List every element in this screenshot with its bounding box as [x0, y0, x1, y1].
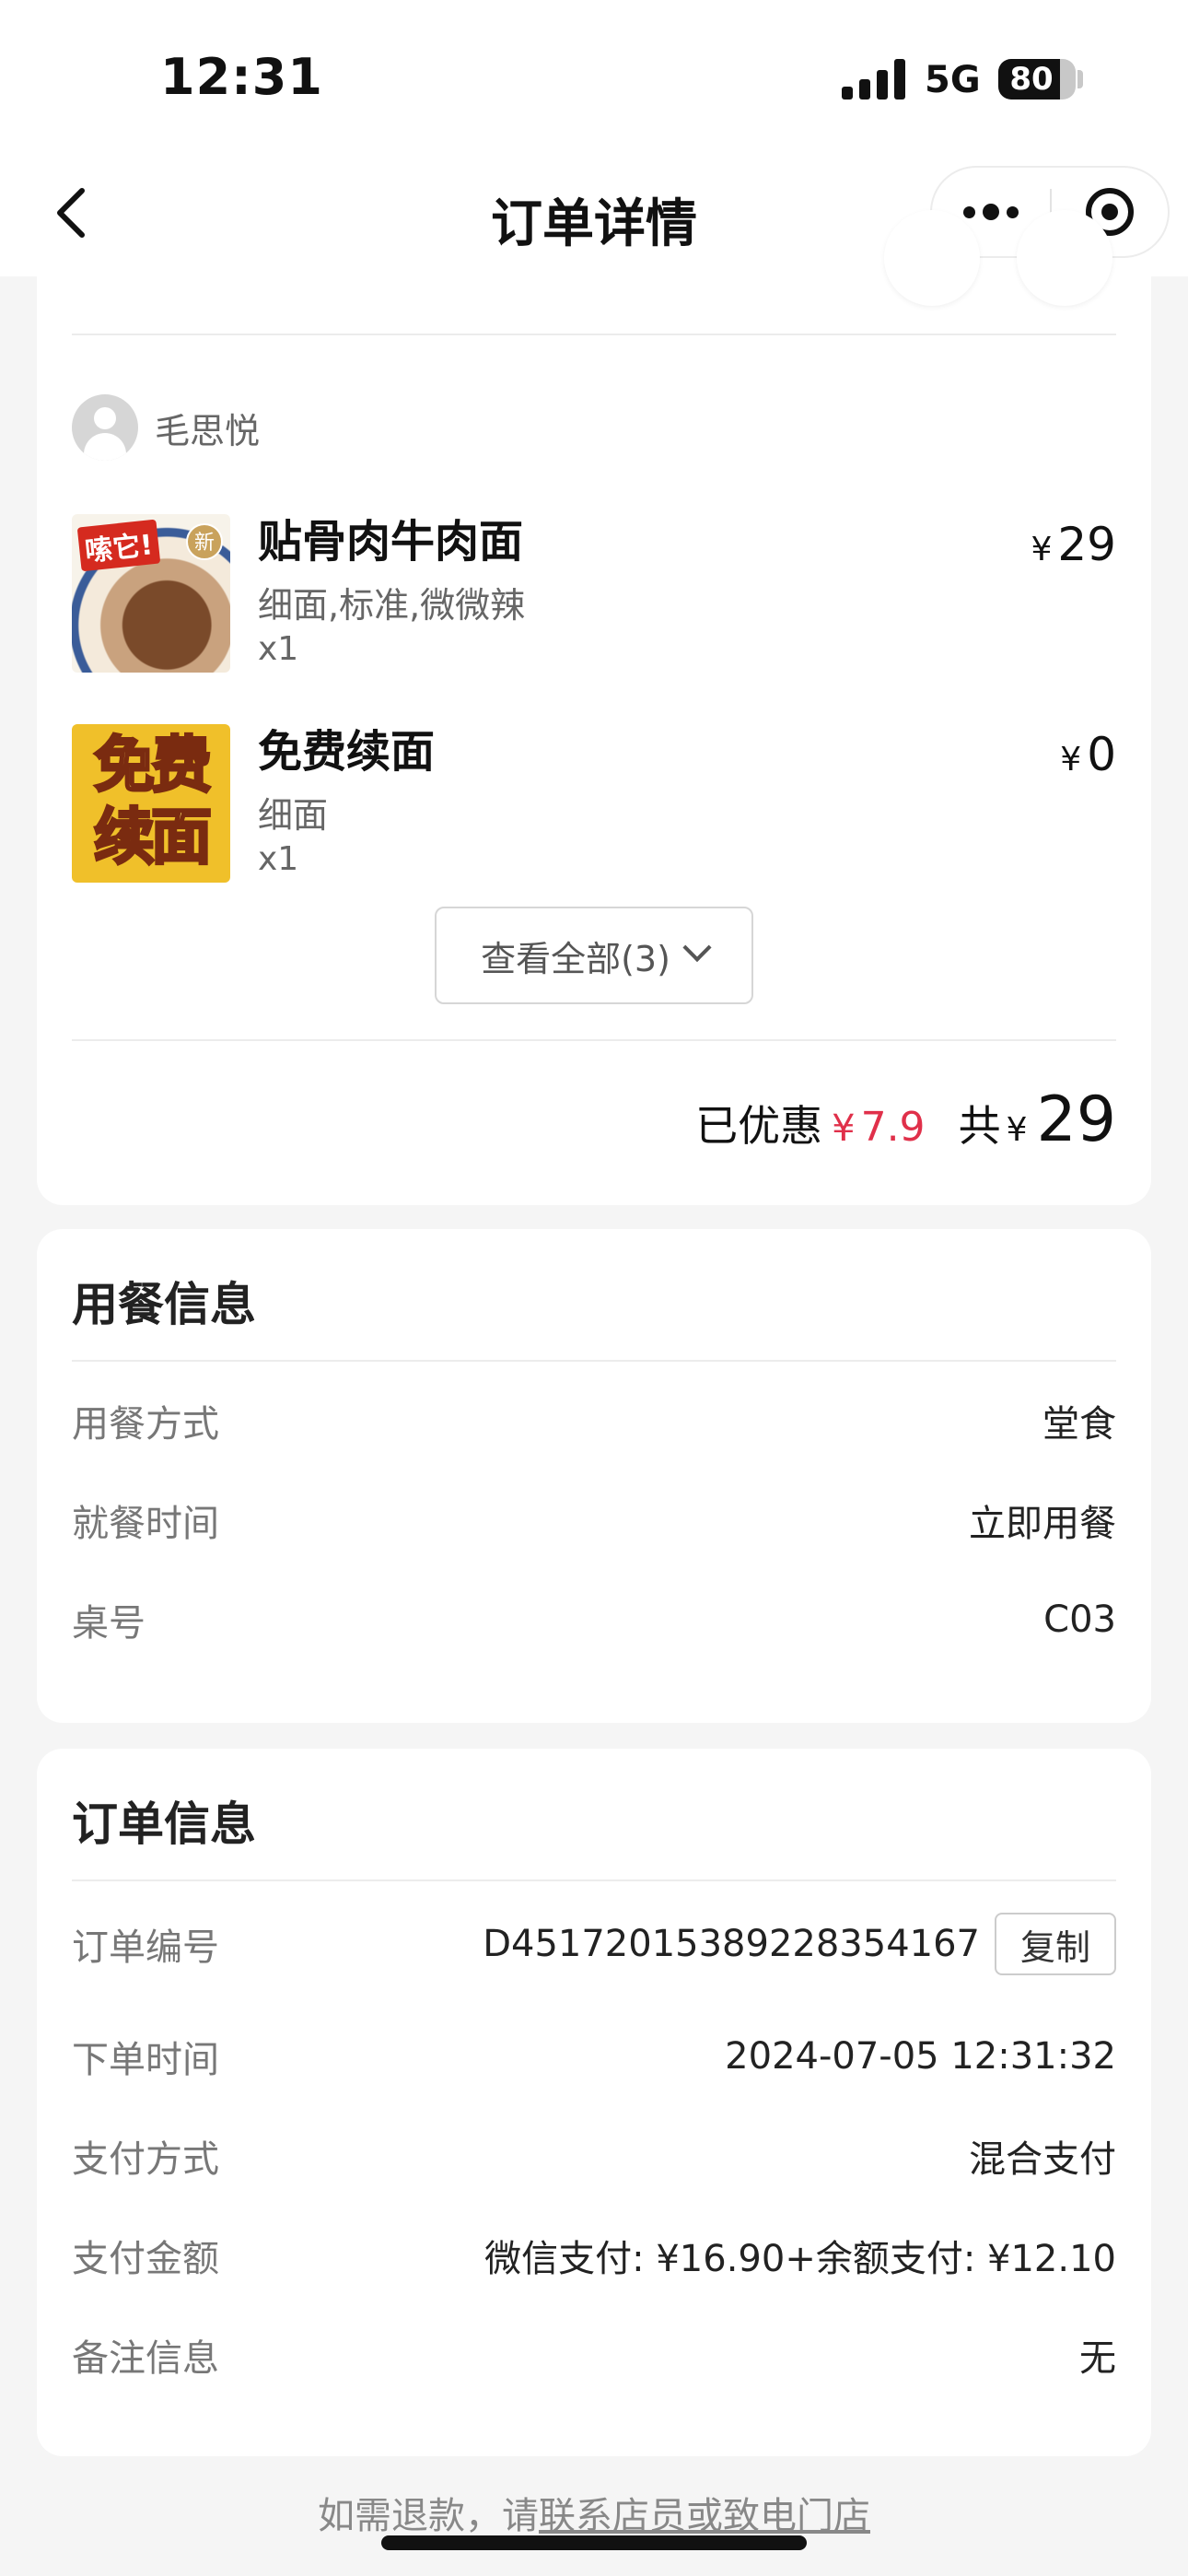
item-qty: x1: [258, 840, 299, 878]
view-all-label: 查看全部(3): [481, 938, 670, 979]
beef-noodle-image: 嗦它! 新: [72, 514, 230, 673]
network-type: 5G: [925, 59, 981, 101]
total-label: 共: [958, 1101, 1001, 1151]
status-bar: 12:31 5G 80: [0, 0, 1188, 147]
divider: [72, 1039, 1116, 1041]
home-indicator[interactable]: [381, 2535, 807, 2550]
signal-icon: [842, 59, 906, 100]
section-title: 用餐信息: [72, 1278, 256, 1331]
discount-label: 已优惠: [695, 1101, 823, 1151]
copy-button[interactable]: 复制: [995, 1913, 1116, 1975]
new-badge: 新: [186, 523, 223, 560]
list-item[interactable]: 免费续面 免费续面 细面 x1 ¥0: [72, 724, 1116, 883]
refund-note-prefix: 如需退款，请: [318, 2495, 539, 2537]
info-row: 支付方式 混合支付: [72, 2128, 1116, 2184]
info-key: 备注信息: [72, 2337, 219, 2380]
battery-icon: 80: [998, 59, 1076, 100]
battery-level: 80: [1009, 61, 1054, 98]
info-row: 下单时间 2024-07-05 12:31:32: [72, 2029, 1116, 2084]
discount-value: 7.9: [860, 1104, 926, 1151]
info-value: C03: [1043, 1598, 1116, 1641]
info-key: 就餐时间: [72, 1503, 219, 1545]
chevron-down-icon: [682, 932, 712, 963]
info-value: 混合支付: [969, 2138, 1116, 2181]
item-spec: 细面,标准,微微辣: [258, 585, 526, 626]
dining-info-card: 用餐信息 用餐方式 堂食 就餐时间 立即用餐 桌号 C03: [37, 1229, 1151, 1723]
partial-circle-icon: [884, 210, 980, 306]
item-price-value: 0: [1087, 728, 1116, 781]
total-amount: 29: [1036, 1083, 1116, 1156]
list-item[interactable]: 嗦它! 新 贴骨肉牛肉面 细面,标准,微微辣 x1 ¥29: [72, 514, 1116, 673]
divider: [72, 1360, 1116, 1362]
free-noodle-image: 免费续面: [72, 724, 230, 883]
currency-symbol: ¥: [1060, 741, 1082, 779]
info-value: 2024-07-05 12:31:32: [725, 2035, 1116, 2078]
item-price: ¥29: [1031, 518, 1116, 571]
info-row: 支付金额 微信支付: ¥16.90+余额支付: ¥12.10: [72, 2228, 1116, 2283]
thumb-text: 免费续面: [93, 729, 214, 874]
order-number: D45172015389228354167: [483, 1923, 980, 1965]
info-key: 订单编号: [72, 1926, 219, 1969]
info-key: 支付金额: [72, 2238, 219, 2280]
item-name: 免费续面: [258, 726, 436, 778]
info-row: 就餐时间 立即用餐: [72, 1493, 1116, 1548]
refund-note: 如需退款，请联系店员或致电门店: [0, 2486, 1188, 2539]
currency-symbol: ¥: [1031, 531, 1053, 568]
view-all-button[interactable]: 查看全部(3): [435, 907, 753, 1004]
divider: [72, 1879, 1116, 1881]
info-value: 堂食: [1042, 1403, 1116, 1446]
info-row: 桌号 C03: [72, 1592, 1116, 1647]
item-price-value: 29: [1057, 518, 1116, 571]
contact-store-link[interactable]: 联系店员或致电门店: [539, 2495, 870, 2537]
item-spec: 细面: [258, 795, 329, 836]
order-info-card: 订单信息 订单编号 D45172015389228354167 复制 下单时间 …: [37, 1749, 1151, 2456]
user-row: 毛思悦: [72, 394, 260, 461]
info-row: 订单编号 D45172015389228354167 复制: [72, 1913, 1116, 1975]
info-value: 微信支付: ¥16.90+余额支付: ¥12.10: [484, 2238, 1116, 2280]
info-value: 立即用餐: [969, 1503, 1116, 1545]
order-detail-page: 12:31 5G 80 订单详情 毛思悦 嗦它! 新 贴骨肉牛肉面 细面,标准,…: [0, 0, 1188, 2576]
info-key: 桌号: [72, 1602, 146, 1645]
status-time: 12:31: [160, 48, 323, 106]
info-row: 备注信息 无: [72, 2327, 1116, 2383]
user-name: 毛思悦: [155, 410, 261, 451]
currency-symbol: ¥: [832, 1107, 856, 1150]
item-qty: x1: [258, 630, 299, 668]
item-name: 贴骨肉牛肉面: [258, 516, 524, 568]
info-key: 支付方式: [72, 2138, 219, 2181]
divider: [72, 334, 1116, 335]
battery-tip: [1077, 70, 1083, 88]
info-key: 用餐方式: [72, 1403, 219, 1446]
thumb-badge: 嗦它!: [76, 519, 160, 572]
section-title: 订单信息: [72, 1797, 256, 1851]
item-price: ¥0: [1060, 728, 1116, 781]
partial-circle-icon: [1017, 210, 1112, 306]
info-value: 无: [1079, 2337, 1116, 2380]
currency-symbol: ¥: [1006, 1111, 1028, 1149]
total-row: 已优惠 ¥7.9 共 ¥ 29: [695, 1083, 1116, 1156]
order-items-card: 毛思悦 嗦它! 新 贴骨肉牛肉面 细面,标准,微微辣 x1 ¥29 免费续面 免…: [37, 210, 1151, 1205]
avatar: [72, 394, 138, 461]
info-row: 用餐方式 堂食: [72, 1393, 1116, 1448]
discount-amount: ¥7.9: [832, 1104, 925, 1151]
info-key: 下单时间: [72, 2039, 219, 2081]
nav-bar: 订单详情: [0, 147, 1188, 276]
more-dots-icon: [963, 205, 975, 218]
